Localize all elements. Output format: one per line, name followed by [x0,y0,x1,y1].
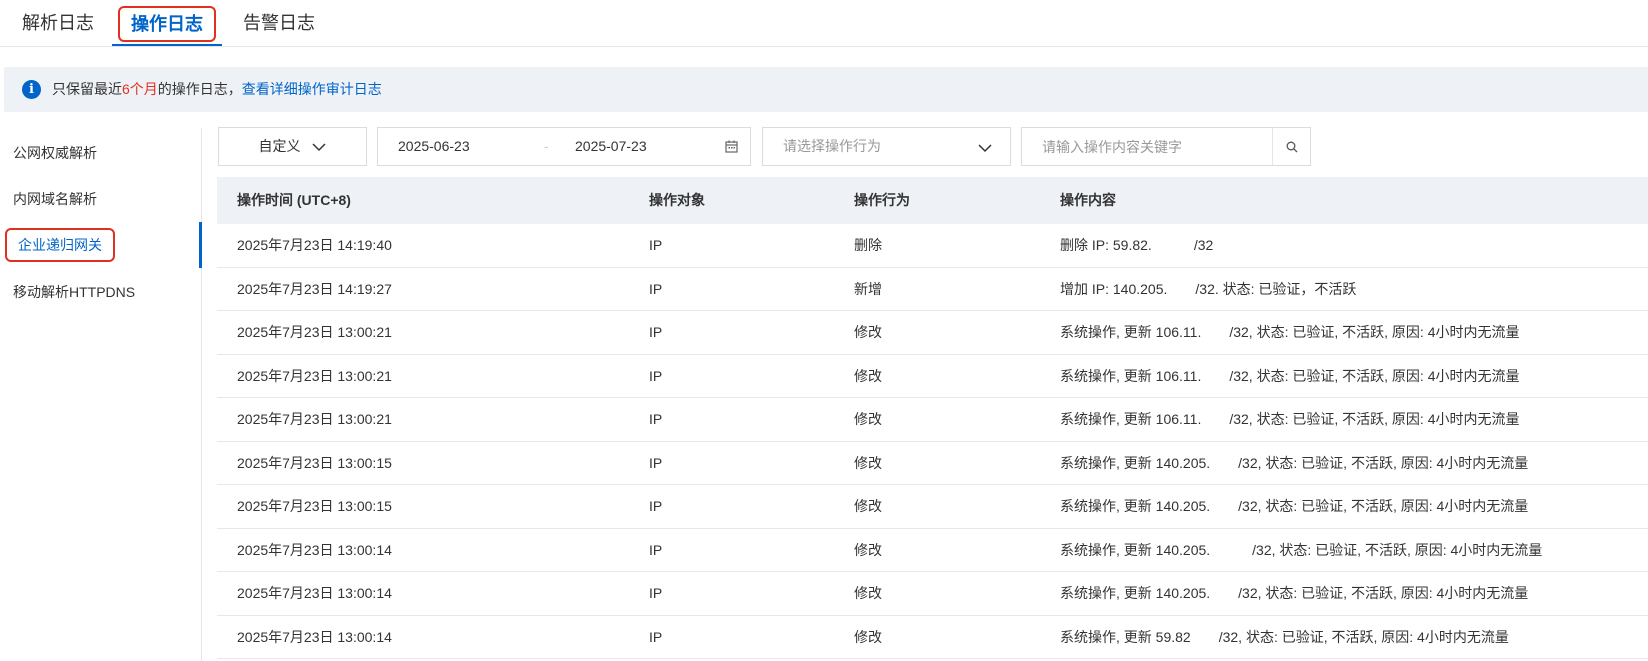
sidebar-item-recursive-gateway-label: 企业递归网关 [5,228,115,262]
cell-time: 2025年7月23日 13:00:21 [237,411,392,427]
tab-alert-log[interactable]: 告警日志 [243,0,315,47]
notice-suffix: 的操作日志， [157,81,242,97]
calendar-icon [725,140,738,156]
cell-time: 2025年7月23日 13:00:21 [237,367,392,384]
cell-action: 修改 [854,367,882,384]
cell-content: 增加 IP: 140.205. /32. 状态: 已验证，不活跃 [1060,280,1357,297]
sidebar: 公网权威解析 内网域名解析 企业递归网关 移动解析HTTPDNS [0,128,202,661]
time-range-select[interactable]: 自定义 [218,127,367,166]
cell-content: 系统操作, 更新 140.205. /32, 状态: 已验证, 不活跃, 原因:… [1060,454,1529,471]
table-row: 2025年7月23日 13:00:14 IP 修改 系统操作, 更新 140.2… [217,572,1648,616]
date-range-picker[interactable]: 2025-06-23 - 2025-07-23 [377,127,751,166]
table-row: 2025年7月23日 13:00:15 IP 修改 系统操作, 更新 140.2… [217,485,1648,529]
cell-content: 系统操作, 更新 106.11. /32, 状态: 已验证, 不活跃, 原因: … [1060,411,1520,427]
tab-bar: 解析日志 操作日志 告警日志 [0,0,1648,47]
sidebar-item-httpdns[interactable]: 移动解析HTTPDNS [0,269,202,315]
tab-operation-log[interactable]: 操作日志 [112,0,222,47]
cell-action: 修改 [854,411,882,427]
time-range-value: 自定义 [258,138,301,154]
table-row: 2025年7月23日 13:00:21 IP 修改 系统操作, 更新 106.1… [217,354,1648,398]
cell-time: 2025年7月23日 14:19:40 [237,237,392,253]
sidebar-item-recursive-gateway[interactable]: 企业递归网关 [0,222,202,268]
cell-content: 系统操作, 更新 106.11. /32, 状态: 已验证, 不活跃, 原因: … [1060,324,1520,340]
table-row: 2025年7月23日 13:00:15 IP 修改 系统操作, 更新 140.2… [217,441,1648,485]
cell-object: IP [649,280,663,297]
search-button[interactable] [1272,127,1311,166]
info-icon: i [22,80,41,99]
cell-time: 2025年7月23日 13:00:14 [237,541,392,558]
cell-content: 系统操作, 更新 140.205. /32, 状态: 已验证, 不活跃, 原因:… [1060,541,1543,558]
start-date: 2025-06-23 [398,138,470,154]
chevron-down-icon [978,140,992,156]
notice-prefix: 只保留最近 [52,81,122,97]
cell-object: IP [649,454,663,471]
cell-object: IP [649,411,663,427]
tab-operation-log-label: 操作日志 [118,6,216,42]
end-date: 2025-07-23 [575,138,647,154]
cell-action: 删除 [854,237,882,253]
content-search-field [1021,127,1273,166]
cell-action: 修改 [854,454,882,471]
cell-object: IP [649,367,663,384]
date-separator: - [544,138,549,154]
notice-text: 只保留最近6个月的操作日志，查看详细操作审计日志 [52,67,382,112]
notice-highlight: 6个月 [122,81,158,97]
cell-time: 2025年7月23日 13:00:14 [237,628,392,645]
cell-action: 修改 [854,541,882,558]
operation-log-table: 操作时间 (UTC+8) 操作对象 操作行为 操作内容 2025年7月23日 1… [217,177,1648,659]
active-tab-indicator [112,44,222,46]
cell-action: 修改 [854,324,882,340]
table-row: 2025年7月23日 13:00:21 IP 修改 系统操作, 更新 106.1… [217,398,1648,442]
cell-content: 系统操作, 更新 106.11. /32, 状态: 已验证, 不活跃, 原因: … [1060,367,1520,384]
sidebar-item-private-dns[interactable]: 内网域名解析 [0,176,202,222]
column-header-time: 操作时间 (UTC+8) [237,192,351,208]
table-row: 2025年7月23日 13:00:14 IP 修改 系统操作, 更新 140.2… [217,528,1648,572]
cell-time: 2025年7月23日 14:19:27 [237,280,392,297]
table-row: 2025年7月23日 13:00:14 IP 修改 系统操作, 更新 59.82… [217,615,1648,659]
chevron-down-icon [312,129,326,166]
cell-time: 2025年7月23日 13:00:21 [237,324,392,340]
action-type-select[interactable]: 请选择操作行为 [762,127,1011,166]
cell-content: 系统操作, 更新 140.205. /32, 状态: 已验证, 不活跃, 原因:… [1060,498,1529,514]
info-notice: i 只保留最近6个月的操作日志，查看详细操作审计日志 [4,67,1648,112]
table-row: 2025年7月23日 13:00:21 IP 修改 系统操作, 更新 106.1… [217,311,1648,355]
cell-time: 2025年7月23日 13:00:15 [237,454,392,471]
search-icon [1286,141,1298,153]
cell-object: IP [649,541,663,558]
table-row: 2025年7月23日 14:19:27 IP 新增 增加 IP: 140.205… [217,267,1648,311]
cell-time: 2025年7月23日 13:00:15 [237,498,392,514]
column-header-object: 操作对象 [649,192,705,208]
column-header-content: 操作内容 [1060,192,1116,208]
tab-parse-log[interactable]: 解析日志 [22,0,94,47]
cell-action: 修改 [854,585,882,601]
action-type-placeholder: 请选择操作行为 [783,138,881,154]
cell-content: 删除 IP: 59.82. /32 [1060,237,1214,253]
cell-action: 新增 [854,280,882,297]
table-header: 操作时间 (UTC+8) 操作对象 操作行为 操作内容 [217,177,1648,224]
sidebar-item-public-dns[interactable]: 公网权威解析 [0,130,202,176]
audit-log-link[interactable]: 查看详细操作审计日志 [242,81,382,97]
cell-object: IP [649,628,663,645]
sidebar-active-indicator [199,222,202,268]
cell-action: 修改 [854,628,882,645]
content-search-input[interactable] [1022,128,1272,165]
cell-object: IP [649,324,663,340]
table-row: 2025年7月23日 14:19:40 IP 删除 删除 IP: 59.82. … [217,224,1648,268]
cell-time: 2025年7月23日 13:00:14 [237,585,392,601]
cell-object: IP [649,237,663,253]
cell-object: IP [649,585,663,601]
column-header-action: 操作行为 [854,192,910,208]
cell-content: 系统操作, 更新 59.82 /32, 状态: 已验证, 不活跃, 原因: 4小… [1060,628,1509,645]
cell-object: IP [649,498,663,514]
cell-content: 系统操作, 更新 140.205. /32, 状态: 已验证, 不活跃, 原因:… [1060,585,1529,601]
cell-action: 修改 [854,498,882,514]
